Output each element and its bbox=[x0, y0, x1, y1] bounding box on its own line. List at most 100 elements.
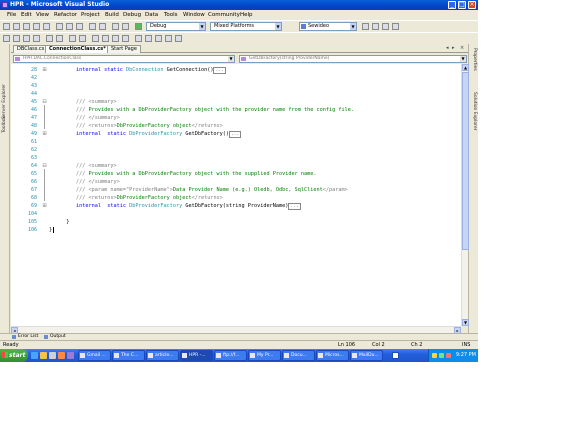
format-icon[interactable] bbox=[135, 35, 142, 42]
taskbar-item-docu[interactable]: Docu... bbox=[282, 350, 315, 361]
menu-data[interactable]: Data bbox=[145, 11, 158, 19]
minimize-button[interactable]: _ bbox=[448, 1, 456, 9]
expand-region-icon[interactable]: ⊞ bbox=[42, 66, 47, 74]
align-icon[interactable] bbox=[145, 35, 152, 42]
comment-icon[interactable] bbox=[69, 35, 76, 42]
error-list-label: Error List bbox=[18, 334, 39, 339]
tab-start-page[interactable]: Start Page bbox=[107, 45, 141, 53]
save-all-icon[interactable] bbox=[43, 23, 50, 30]
complete-word-icon[interactable] bbox=[33, 35, 40, 42]
visual-studio-launch-icon[interactable] bbox=[67, 352, 74, 359]
navigate-forward-icon[interactable] bbox=[122, 23, 129, 30]
open-file-icon[interactable] bbox=[23, 23, 30, 30]
layout-icon[interactable] bbox=[155, 35, 162, 42]
properties-tab[interactable]: Properties bbox=[472, 48, 477, 71]
new-project-icon[interactable] bbox=[3, 23, 10, 30]
taskbar-item-micros[interactable]: Micros... bbox=[316, 350, 349, 361]
firefox-icon[interactable] bbox=[58, 352, 65, 359]
quick-launch-icon[interactable] bbox=[49, 352, 56, 359]
window-title: HPR - Microsoft Visual Studio bbox=[10, 1, 110, 8]
menu-view[interactable]: View bbox=[36, 11, 49, 19]
scroll-down-button[interactable]: ▼ bbox=[462, 319, 469, 326]
properties-icon[interactable] bbox=[382, 23, 389, 30]
size-icon[interactable] bbox=[175, 35, 182, 42]
expand-region-icon[interactable]: ⊞ bbox=[42, 130, 47, 138]
menu-help[interactable]: Help bbox=[240, 11, 253, 19]
menu-project[interactable]: Project bbox=[81, 11, 100, 19]
internet-explorer-icon[interactable] bbox=[31, 352, 38, 359]
show-desktop-icon[interactable] bbox=[40, 352, 47, 359]
undo-icon[interactable] bbox=[89, 23, 96, 30]
taskbar-item-article[interactable]: article... bbox=[146, 350, 179, 361]
folder-icon bbox=[250, 353, 255, 358]
server-explorer-tab[interactable]: Server Explorer bbox=[2, 84, 7, 119]
menu-community[interactable]: Community bbox=[208, 11, 240, 19]
scroll-up-button[interactable]: ▲ bbox=[462, 64, 469, 71]
previous-bookmark-icon[interactable] bbox=[102, 35, 109, 42]
taskbar-item-my-pr[interactable]: My Pr... bbox=[248, 350, 281, 361]
close-button[interactable]: × bbox=[468, 1, 476, 9]
add-item-icon[interactable] bbox=[13, 23, 20, 30]
clear-bookmarks-icon[interactable] bbox=[122, 35, 129, 42]
copy-icon[interactable] bbox=[66, 23, 73, 30]
uncomment-icon[interactable] bbox=[79, 35, 86, 42]
code-editor[interactable]: 28 ⊞ internal static DbConnection GetConne… bbox=[11, 64, 461, 326]
chevron-left-icon[interactable]: ◂ bbox=[446, 45, 449, 52]
tray-icon-2[interactable] bbox=[439, 353, 444, 358]
taskbar-item-the-c[interactable]: The C... bbox=[112, 350, 145, 361]
tray-icon-1[interactable] bbox=[432, 353, 437, 358]
menu-edit[interactable]: Edit bbox=[21, 11, 32, 19]
solution-explorer-tab[interactable]: Solution Explorer bbox=[472, 92, 477, 131]
parameter-info-icon[interactable] bbox=[13, 35, 20, 42]
navigate-backward-icon[interactable] bbox=[112, 23, 119, 30]
chevron-right-icon[interactable]: ▸ bbox=[452, 45, 455, 52]
menu-window[interactable]: Window bbox=[183, 11, 205, 19]
language-bar-icon[interactable] bbox=[392, 352, 399, 359]
start-button[interactable]: start bbox=[0, 349, 28, 362]
close-tab-icon[interactable]: × bbox=[460, 45, 464, 52]
menu-refactor[interactable]: Refactor bbox=[54, 11, 77, 19]
vertical-scroll-thumb[interactable] bbox=[462, 72, 469, 250]
next-bookmark-icon[interactable] bbox=[112, 35, 119, 42]
toolbox-tab[interactable]: Toolbox bbox=[2, 116, 7, 133]
save-icon[interactable] bbox=[33, 23, 40, 30]
menu-debug[interactable]: Debug bbox=[123, 11, 141, 19]
status-text: Ready bbox=[3, 342, 19, 348]
vertical-scrollbar[interactable]: ▲ ▼ bbox=[461, 64, 469, 326]
solution-explorer-icon[interactable] bbox=[372, 23, 379, 30]
toolbox-icon[interactable] bbox=[392, 23, 399, 30]
collapsed-region-marker[interactable]: ... bbox=[288, 203, 301, 210]
redo-icon[interactable] bbox=[99, 23, 106, 30]
bookmark-icon[interactable] bbox=[92, 35, 99, 42]
paste-icon[interactable] bbox=[76, 23, 83, 30]
taskbar-item-gmail[interactable]: Gmail ... bbox=[78, 350, 111, 361]
find-combo[interactable]: Sewideo ▼ bbox=[299, 22, 357, 31]
expand-region-icon[interactable]: ⊞ bbox=[42, 202, 47, 210]
indent-icon[interactable] bbox=[56, 35, 63, 42]
tab-connectionclass[interactable]: ConnectionClass.cs* bbox=[45, 45, 110, 53]
type-dropdown[interactable]: HPR.DAL.ConnectionClass ▼ bbox=[13, 55, 235, 63]
collapsed-region-marker[interactable]: ... bbox=[213, 67, 226, 74]
member-dropdown[interactable]: GetDbFactory(string ProviderName) ▼ bbox=[239, 55, 467, 63]
maximize-button[interactable]: □ bbox=[458, 1, 466, 9]
horizontal-scrollbar[interactable]: ◂ ▸ bbox=[11, 326, 461, 334]
collapsed-region-marker[interactable]: ... bbox=[229, 131, 242, 138]
cut-icon[interactable] bbox=[56, 23, 63, 30]
outdent-icon[interactable] bbox=[46, 35, 53, 42]
solution-configuration-select[interactable]: Debug ▼ bbox=[146, 22, 206, 31]
quick-info-icon[interactable] bbox=[23, 35, 30, 42]
taskbar-item-hpr[interactable]: HPR -... bbox=[180, 350, 213, 361]
menu-build[interactable]: Build bbox=[105, 11, 119, 19]
members-icon[interactable] bbox=[3, 35, 10, 42]
code-token: DbProviderFactory bbox=[129, 131, 186, 137]
solution-platform-select[interactable]: Mixed Platforms ▼ bbox=[210, 22, 282, 31]
tray-icon-3[interactable] bbox=[446, 353, 451, 358]
taskbar-item-maildu[interactable]: MailDu... bbox=[350, 350, 383, 361]
tab-dbclass[interactable]: DBClass.cs bbox=[13, 45, 49, 53]
taskbar-item-ftp[interactable]: ftp://f... bbox=[214, 350, 247, 361]
grid-icon[interactable] bbox=[165, 35, 172, 42]
menu-file[interactable]: File bbox=[7, 11, 16, 19]
find-in-files-icon[interactable] bbox=[362, 23, 369, 30]
start-debugging-icon[interactable] bbox=[135, 23, 142, 30]
menu-tools[interactable]: Tools bbox=[164, 11, 178, 19]
